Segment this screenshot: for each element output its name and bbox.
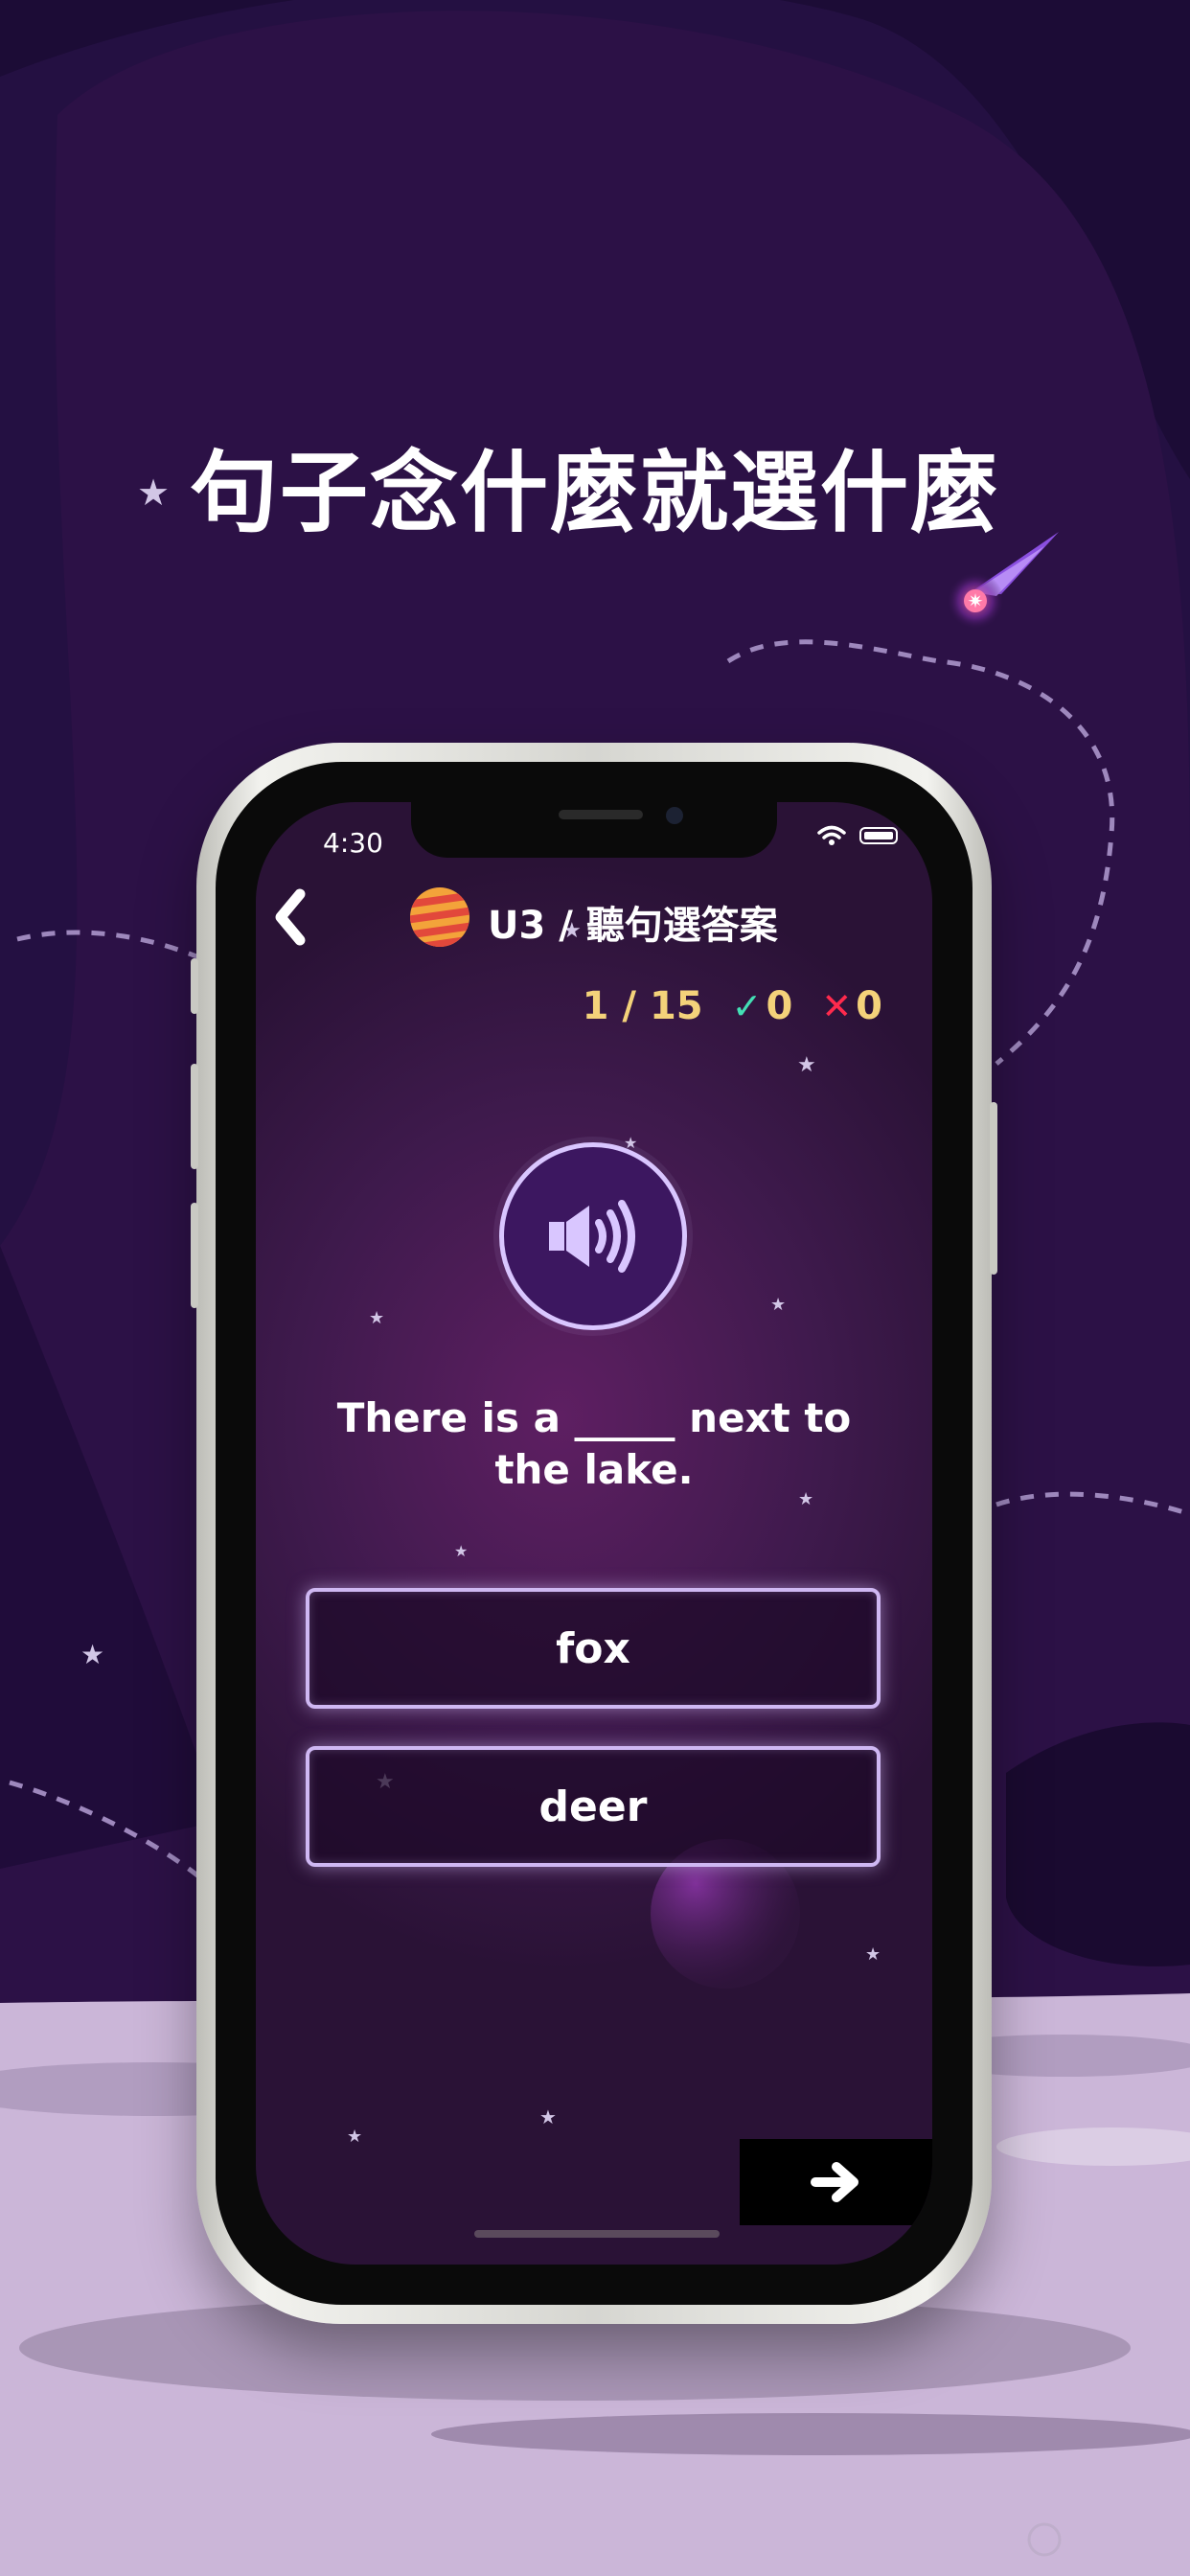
phone-volume-up	[191, 1064, 198, 1169]
home-indicator[interactable]	[474, 2230, 720, 2238]
star-icon: ★	[80, 1639, 105, 1670]
phone-notch	[411, 802, 777, 858]
phone-speaker	[559, 810, 643, 819]
front-camera	[666, 807, 683, 824]
star-icon: ★	[347, 2127, 363, 2147]
correct-score: ✓ 0	[732, 984, 793, 1028]
svg-text:✷: ✷	[968, 589, 984, 612]
speaker-icon	[549, 1200, 635, 1273]
lesson-title: U3 / 聽句選答案	[488, 904, 778, 948]
next-button[interactable]	[740, 2139, 932, 2225]
planet-icon	[410, 887, 469, 947]
back-button[interactable]	[262, 879, 319, 955]
headline-title: 句子念什麼就選什麼	[189, 442, 1000, 544]
phone-power-button	[990, 1102, 997, 1275]
status-icons	[817, 825, 898, 846]
arrow-right-icon	[810, 2162, 858, 2202]
correct-count: 0	[766, 984, 793, 1028]
play-audio-button[interactable]	[499, 1142, 687, 1330]
battery-icon	[859, 827, 898, 844]
star-icon: ★	[454, 1542, 469, 1560]
phone-volume-down	[191, 1203, 198, 1308]
star-icon: ★	[770, 1295, 787, 1315]
score-bar: 1 / 15 ✓ 0 ✕ 0	[583, 984, 882, 1028]
answer-option-deer[interactable]: deer	[306, 1746, 881, 1867]
wifi-icon	[817, 825, 846, 845]
cross-icon: ✕	[821, 985, 853, 1027]
star-icon: ★	[797, 1053, 816, 1077]
star-icon: ★	[865, 1944, 881, 1965]
phone-mute-switch	[191, 958, 198, 1014]
answer-option-fox[interactable]: fox	[306, 1588, 881, 1709]
question-sentence: There is a _____ next to the lake.	[336, 1394, 852, 1493]
wrong-score: ✕ 0	[821, 984, 882, 1028]
back-chevron-icon	[275, 888, 306, 946]
wrong-count: 0	[856, 984, 882, 1028]
check-icon: ✓	[731, 985, 763, 1027]
status-time: 4:30	[323, 827, 383, 859]
app-screen: ★ ★ ★ ★ ★ ★ ★ ★ ★ ★ ★ 4:30	[256, 802, 932, 2265]
star-icon: ★	[539, 2105, 557, 2128]
question-counter: 1 / 15	[582, 984, 703, 1028]
star-icon: ★	[369, 1308, 385, 1328]
